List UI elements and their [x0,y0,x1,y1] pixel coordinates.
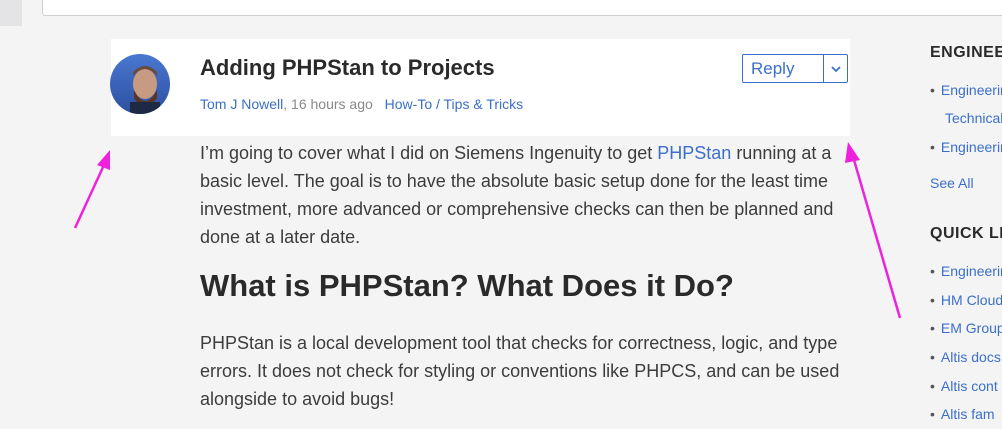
post-meta: Tom J Nowell, 16 hours ago How-To / Tips… [200,96,523,112]
sidebar-link[interactable]: • HM Cloud [930,292,1002,308]
post-time: , 16 hours ago [283,96,373,112]
bullet: • [930,320,935,336]
sidebar-link-label: Altis cont [940,378,998,394]
sidebar-link[interactable]: • Altis docs [930,349,1001,365]
sidebar-link[interactable]: • Engineering [930,139,1002,155]
sidebar-link-continued[interactable]: Technical [945,110,1002,126]
sidebar-link-label: Engineering [940,139,1002,155]
sidebar-link[interactable]: • Altis cont [930,378,998,394]
bullet: • [930,263,935,279]
sidebar-heading-engineering: ENGINEERING [930,44,1002,61]
reply-button-group: Reply [742,54,848,83]
sidebar-link-label: Engineering [940,82,1002,98]
sidebar-link-label: Altis docs [940,349,1001,365]
sidebar-link[interactable]: • Altis fam [930,406,995,422]
see-all-link[interactable]: See All [930,175,974,191]
chevron-down-icon [830,65,841,72]
avatar-image [110,54,170,114]
bullet: • [930,378,935,394]
paragraph-text: I’m going to cover what I did on Siemens… [200,143,658,163]
sidebar-link-label: Altis fam [940,406,995,422]
post-title[interactable]: Adding PHPStan to Projects [200,55,495,81]
category-link[interactable]: How-To / Tips & Tricks [385,96,523,112]
sidebar-link[interactable]: • Engineering [930,82,1002,98]
post-paragraph-2: PHPStan is a local development tool that… [200,333,840,409]
sidebar: ENGINEERING • Engineering Technical • Engi… [930,0,1002,429]
bullet: • [930,292,935,308]
bullet: • [930,82,935,98]
post-paragraph-1: I’m going to cover what I did on Siemens… [200,139,850,251]
sidebar-link[interactable]: • EM Group [930,320,1002,336]
bullet: • [930,139,935,155]
left-nav-strip [0,0,22,26]
bullet: • [930,349,935,365]
phpstan-link[interactable]: PHPStan [657,143,731,163]
sidebar-link[interactable]: • Engineering [930,263,1002,279]
sidebar-heading-quick-links: QUICK LINKS [930,225,1002,242]
author-avatar[interactable] [110,54,170,114]
sidebar-link-label: Engineering [940,263,1002,279]
bullet: • [930,406,935,422]
top-search-bar[interactable] [42,0,1002,16]
sidebar-link-label: EM Group [940,320,1002,336]
sidebar-link-label: HM Cloud [940,292,1002,308]
annotation-arrow-right [845,142,902,319]
reply-dropdown-toggle[interactable] [824,55,847,82]
author-link[interactable]: Tom J Nowell [200,96,283,112]
annotation-arrow-left [73,150,110,229]
post-header [111,39,850,136]
reply-button[interactable]: Reply [743,55,824,82]
sidebar-link-label: Technical [945,110,1002,126]
section-heading: What is PHPStan? What Does it Do? [200,268,734,303]
